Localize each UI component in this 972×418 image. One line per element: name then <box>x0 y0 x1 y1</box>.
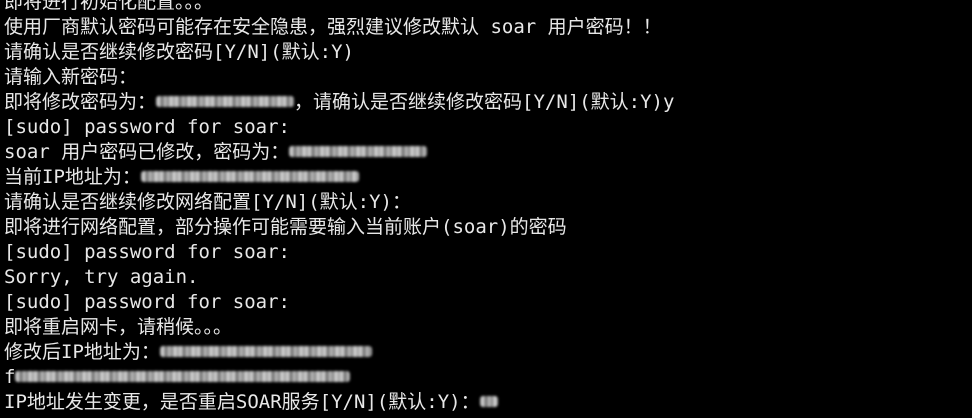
terminal-line-network-config: 即将进行网络配置，部分操作可能需要输入当前账户(soar)的密码 <box>4 216 567 238</box>
redacted-ip <box>140 170 359 182</box>
redacted-password <box>156 95 295 107</box>
terminal-window[interactable]: 即将进行初始化配置。。。 使用厂商默认密码可能存在安全隐患，强烈建议修改默认 s… <box>0 0 972 418</box>
terminal-output: 即将进行初始化配置。。。 使用厂商默认密码可能存在安全隐患，强烈建议修改默认 s… <box>4 0 674 415</box>
redacted-cursor <box>479 395 498 407</box>
terminal-line-redacted-address: f <box>4 365 674 390</box>
redacted-ip <box>159 345 372 357</box>
terminal-line-sorry: Sorry, try again. <box>4 266 199 288</box>
terminal-line-confirm-network: 请确认是否继续修改网络配置[Y/N](默认:Y)： <box>4 191 411 213</box>
terminal-line-new-ip: 修改后IP地址为： <box>4 340 674 365</box>
terminal-line-confirm-password: 请确认是否继续修改密码[Y/N](默认:Y) <box>4 41 354 63</box>
redacted-address <box>15 370 351 382</box>
terminal-line-sudo-prompt: [sudo] password for soar: <box>4 116 290 138</box>
terminal-line-restart-nic: 即将重启网卡，请稍候。。。 <box>4 316 233 338</box>
terminal-line-warning: 使用厂商默认密码可能存在安全隐患，强烈建议修改默认 soar 用户密码！！ <box>4 16 662 38</box>
terminal-line-sudo-prompt: [sudo] password for soar: <box>4 291 290 313</box>
terminal-line-current-ip: 当前IP地址为： <box>4 165 674 190</box>
terminal-line-confirm-new-password: 即将修改密码为： ，请确认是否继续修改密码[Y/N](默认:Y)y <box>4 91 675 113</box>
terminal-line-sudo-prompt: [sudo] password for soar: <box>4 241 290 263</box>
terminal-line-restart-service: IP地址发生变更，是否重启SOAR服务[Y/N](默认:Y)： <box>4 390 674 415</box>
terminal-line-init: 即将进行初始化配置。。。 <box>4 0 214 13</box>
terminal-line-password-changed: soar 用户密码已修改，密码为： <box>4 140 674 165</box>
redacted-password <box>289 145 428 157</box>
terminal-line-enter-password: 请输入新密码： <box>4 66 138 88</box>
